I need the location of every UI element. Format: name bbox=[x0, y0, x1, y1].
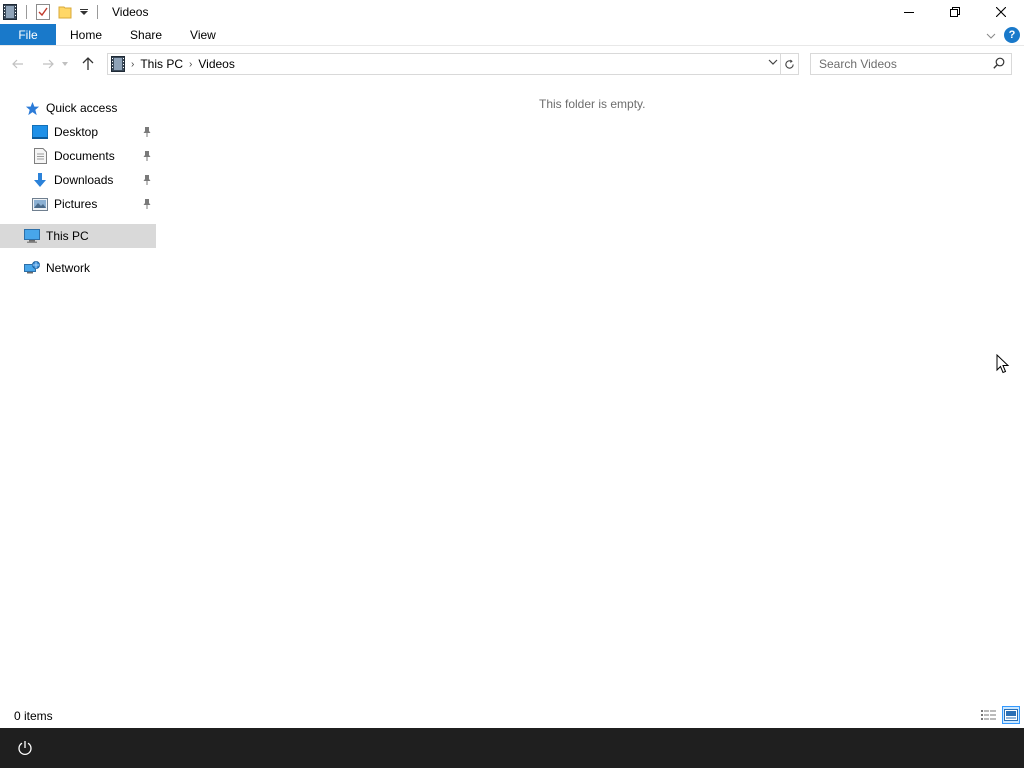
power-icon[interactable] bbox=[15, 738, 35, 758]
tab-view[interactable]: View bbox=[176, 24, 230, 45]
status-item-count: 0 items bbox=[14, 709, 53, 723]
breadcrumb-chevron-icon[interactable]: › bbox=[131, 59, 134, 70]
nav-item-pictures[interactable]: Pictures bbox=[0, 192, 156, 216]
breadcrumb-this-pc[interactable]: This PC bbox=[140, 57, 183, 71]
details-view-icon[interactable] bbox=[980, 706, 998, 724]
search-box[interactable]: Search Videos bbox=[810, 53, 1012, 75]
ribbon-tabs: File Home Share View ? bbox=[0, 24, 1024, 46]
ribbon-right-controls: ? bbox=[986, 24, 1020, 46]
videos-location-icon bbox=[111, 56, 125, 72]
pin-icon[interactable] bbox=[142, 150, 152, 162]
new-folder-icon[interactable] bbox=[57, 4, 73, 20]
nav-item-label: Desktop bbox=[54, 125, 99, 139]
quick-access-toolbar bbox=[0, 0, 106, 24]
pin-icon[interactable] bbox=[142, 198, 152, 210]
nav-item-this-pc[interactable]: This PC bbox=[0, 224, 156, 248]
tab-home[interactable]: Home bbox=[56, 24, 116, 45]
nav-item-label: Downloads bbox=[54, 173, 114, 187]
breadcrumb-chevron-icon[interactable]: › bbox=[189, 59, 192, 70]
nav-item-downloads[interactable]: Downloads bbox=[0, 168, 156, 192]
nav-item-quick-access[interactable]: Quick access bbox=[0, 96, 156, 120]
tab-share[interactable]: Share bbox=[116, 24, 176, 45]
back-button[interactable] bbox=[7, 53, 29, 75]
nav-item-label: Documents bbox=[54, 149, 115, 163]
search-input[interactable]: Search Videos bbox=[819, 57, 897, 71]
navigation-bar: › This PC › Videos Search Videos bbox=[0, 50, 1024, 78]
network-icon bbox=[24, 260, 40, 276]
refresh-button[interactable] bbox=[781, 53, 799, 75]
nav-item-label: Network bbox=[46, 261, 91, 275]
pictures-icon bbox=[32, 196, 48, 212]
taskbar bbox=[0, 728, 1024, 768]
desktop-icon bbox=[32, 124, 48, 140]
customize-toolbar-dropdown-icon[interactable] bbox=[79, 4, 89, 20]
help-icon[interactable]: ? bbox=[1004, 27, 1020, 43]
toolbar-separator bbox=[26, 5, 27, 19]
nav-item-label: This PC bbox=[46, 229, 89, 243]
window-controls bbox=[886, 0, 1024, 24]
tab-file[interactable]: File bbox=[0, 24, 56, 45]
title-bar: Videos bbox=[0, 0, 1024, 24]
forward-button[interactable] bbox=[37, 53, 59, 75]
close-button[interactable] bbox=[978, 0, 1024, 24]
videos-folder-icon[interactable] bbox=[2, 4, 18, 20]
window-title: Videos bbox=[112, 5, 149, 19]
search-icon[interactable] bbox=[993, 57, 1005, 72]
view-switcher bbox=[980, 706, 1020, 724]
properties-icon[interactable] bbox=[35, 4, 51, 20]
pin-icon[interactable] bbox=[142, 126, 152, 138]
star-icon bbox=[24, 100, 40, 116]
mouse-cursor-icon bbox=[996, 353, 1010, 377]
this-pc-icon bbox=[24, 228, 40, 244]
pin-icon[interactable] bbox=[142, 174, 152, 186]
recent-locations-dropdown[interactable] bbox=[59, 53, 71, 75]
address-dropdown-icon[interactable] bbox=[768, 57, 778, 68]
documents-icon bbox=[32, 148, 48, 164]
nav-item-network[interactable]: Network bbox=[0, 256, 156, 280]
nav-item-label: Quick access bbox=[46, 101, 118, 115]
restore-button[interactable] bbox=[932, 0, 978, 24]
empty-folder-message: This folder is empty. bbox=[539, 97, 646, 111]
minimize-button[interactable] bbox=[886, 0, 932, 24]
navigation-pane: Quick access Desktop Documents Downloads bbox=[0, 96, 156, 280]
toolbar-separator bbox=[97, 5, 98, 19]
nav-item-documents[interactable]: Documents bbox=[0, 144, 156, 168]
nav-item-label: Pictures bbox=[54, 197, 98, 211]
expand-ribbon-chevron-icon[interactable] bbox=[986, 28, 996, 42]
nav-item-desktop[interactable]: Desktop bbox=[0, 120, 156, 144]
address-bar[interactable]: › This PC › Videos bbox=[107, 53, 781, 75]
downloads-icon bbox=[32, 172, 48, 188]
large-icons-view-icon[interactable] bbox=[1002, 706, 1020, 724]
up-button[interactable] bbox=[77, 53, 99, 75]
breadcrumb-videos[interactable]: Videos bbox=[198, 57, 234, 71]
